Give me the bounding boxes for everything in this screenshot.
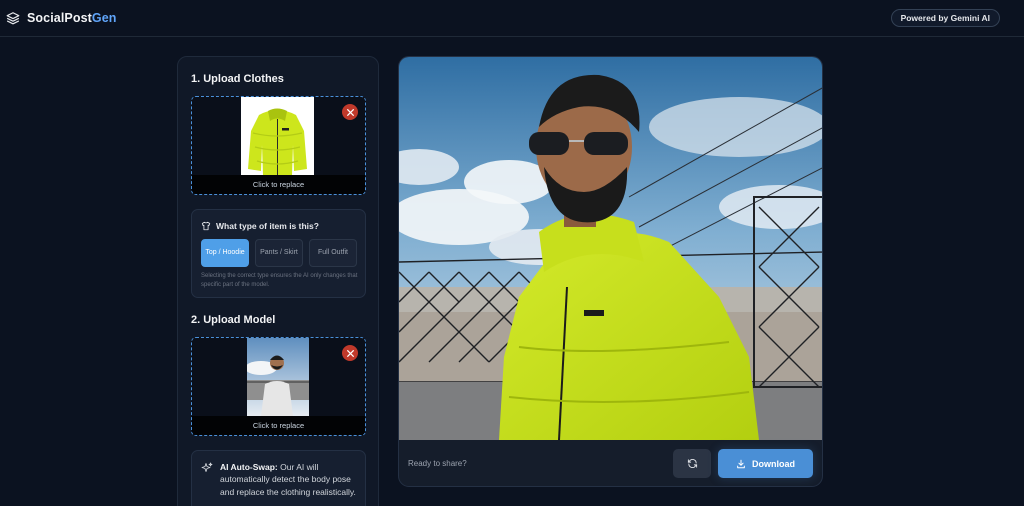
clothes-replace-label[interactable]: Click to replace bbox=[192, 175, 365, 194]
download-label: Download bbox=[752, 458, 795, 469]
model-replace-label[interactable]: Click to replace bbox=[192, 416, 365, 435]
item-type-question-text: What type of item is this? bbox=[216, 221, 319, 231]
app-header: SocialPostGen Powered by Gemini AI bbox=[0, 0, 1024, 37]
brand[interactable]: SocialPostGen bbox=[6, 11, 117, 25]
item-type-note: Selecting the correct type ensures the A… bbox=[201, 273, 358, 288]
refresh-icon bbox=[687, 458, 698, 469]
upload-model-title: 2. Upload Model bbox=[191, 314, 276, 326]
ai-auto-swap-label: AI Auto-Swap: bbox=[220, 462, 278, 472]
type-pants-skirt-button[interactable]: Pants / Skirt bbox=[255, 239, 303, 267]
brand-name: SocialPostGen bbox=[27, 11, 117, 25]
upload-clothes-title: 1. Upload Clothes bbox=[191, 73, 284, 85]
clothes-upload-box[interactable]: Click to replace bbox=[191, 96, 366, 195]
type-full-outfit-button[interactable]: Full Outfit bbox=[309, 239, 357, 267]
brand-name-prefix: SocialPost bbox=[27, 11, 92, 25]
brand-name-accent: Gen bbox=[91, 11, 117, 25]
item-type-card: What type of item is this? Top / Hoodie … bbox=[191, 209, 366, 298]
download-button[interactable]: Download bbox=[718, 449, 813, 478]
layers-icon bbox=[6, 11, 20, 25]
clothes-thumbnail bbox=[241, 97, 314, 175]
model-thumbnail bbox=[247, 338, 309, 416]
powered-by-badge: Powered by Gemini AI bbox=[890, 9, 1000, 27]
remove-model-button[interactable] bbox=[342, 345, 358, 361]
type-top-hoodie-button[interactable]: Top / Hoodie bbox=[201, 239, 249, 267]
download-icon bbox=[736, 459, 746, 469]
result-actions-bar: Ready to share? Download bbox=[399, 440, 822, 486]
shirt-icon bbox=[201, 221, 211, 231]
ready-status: Ready to share? bbox=[408, 459, 467, 468]
close-icon bbox=[346, 108, 354, 116]
remove-clothes-button[interactable] bbox=[342, 104, 358, 120]
left-panel: 1. Upload Clothes Click to replace What … bbox=[177, 56, 379, 506]
sparkles-icon bbox=[201, 461, 213, 479]
ai-auto-swap-text: AI Auto-Swap: Our AI will automatically … bbox=[220, 461, 360, 498]
ai-auto-swap-card: AI Auto-Swap: Our AI will automatically … bbox=[191, 450, 366, 506]
model-upload-box[interactable]: Click to replace bbox=[191, 337, 366, 436]
item-type-question: What type of item is this? bbox=[201, 221, 319, 231]
result-image[interactable] bbox=[399, 57, 822, 440]
regenerate-button[interactable] bbox=[673, 449, 711, 478]
close-icon bbox=[346, 349, 354, 357]
result-panel: Ready to share? Download bbox=[398, 56, 823, 487]
